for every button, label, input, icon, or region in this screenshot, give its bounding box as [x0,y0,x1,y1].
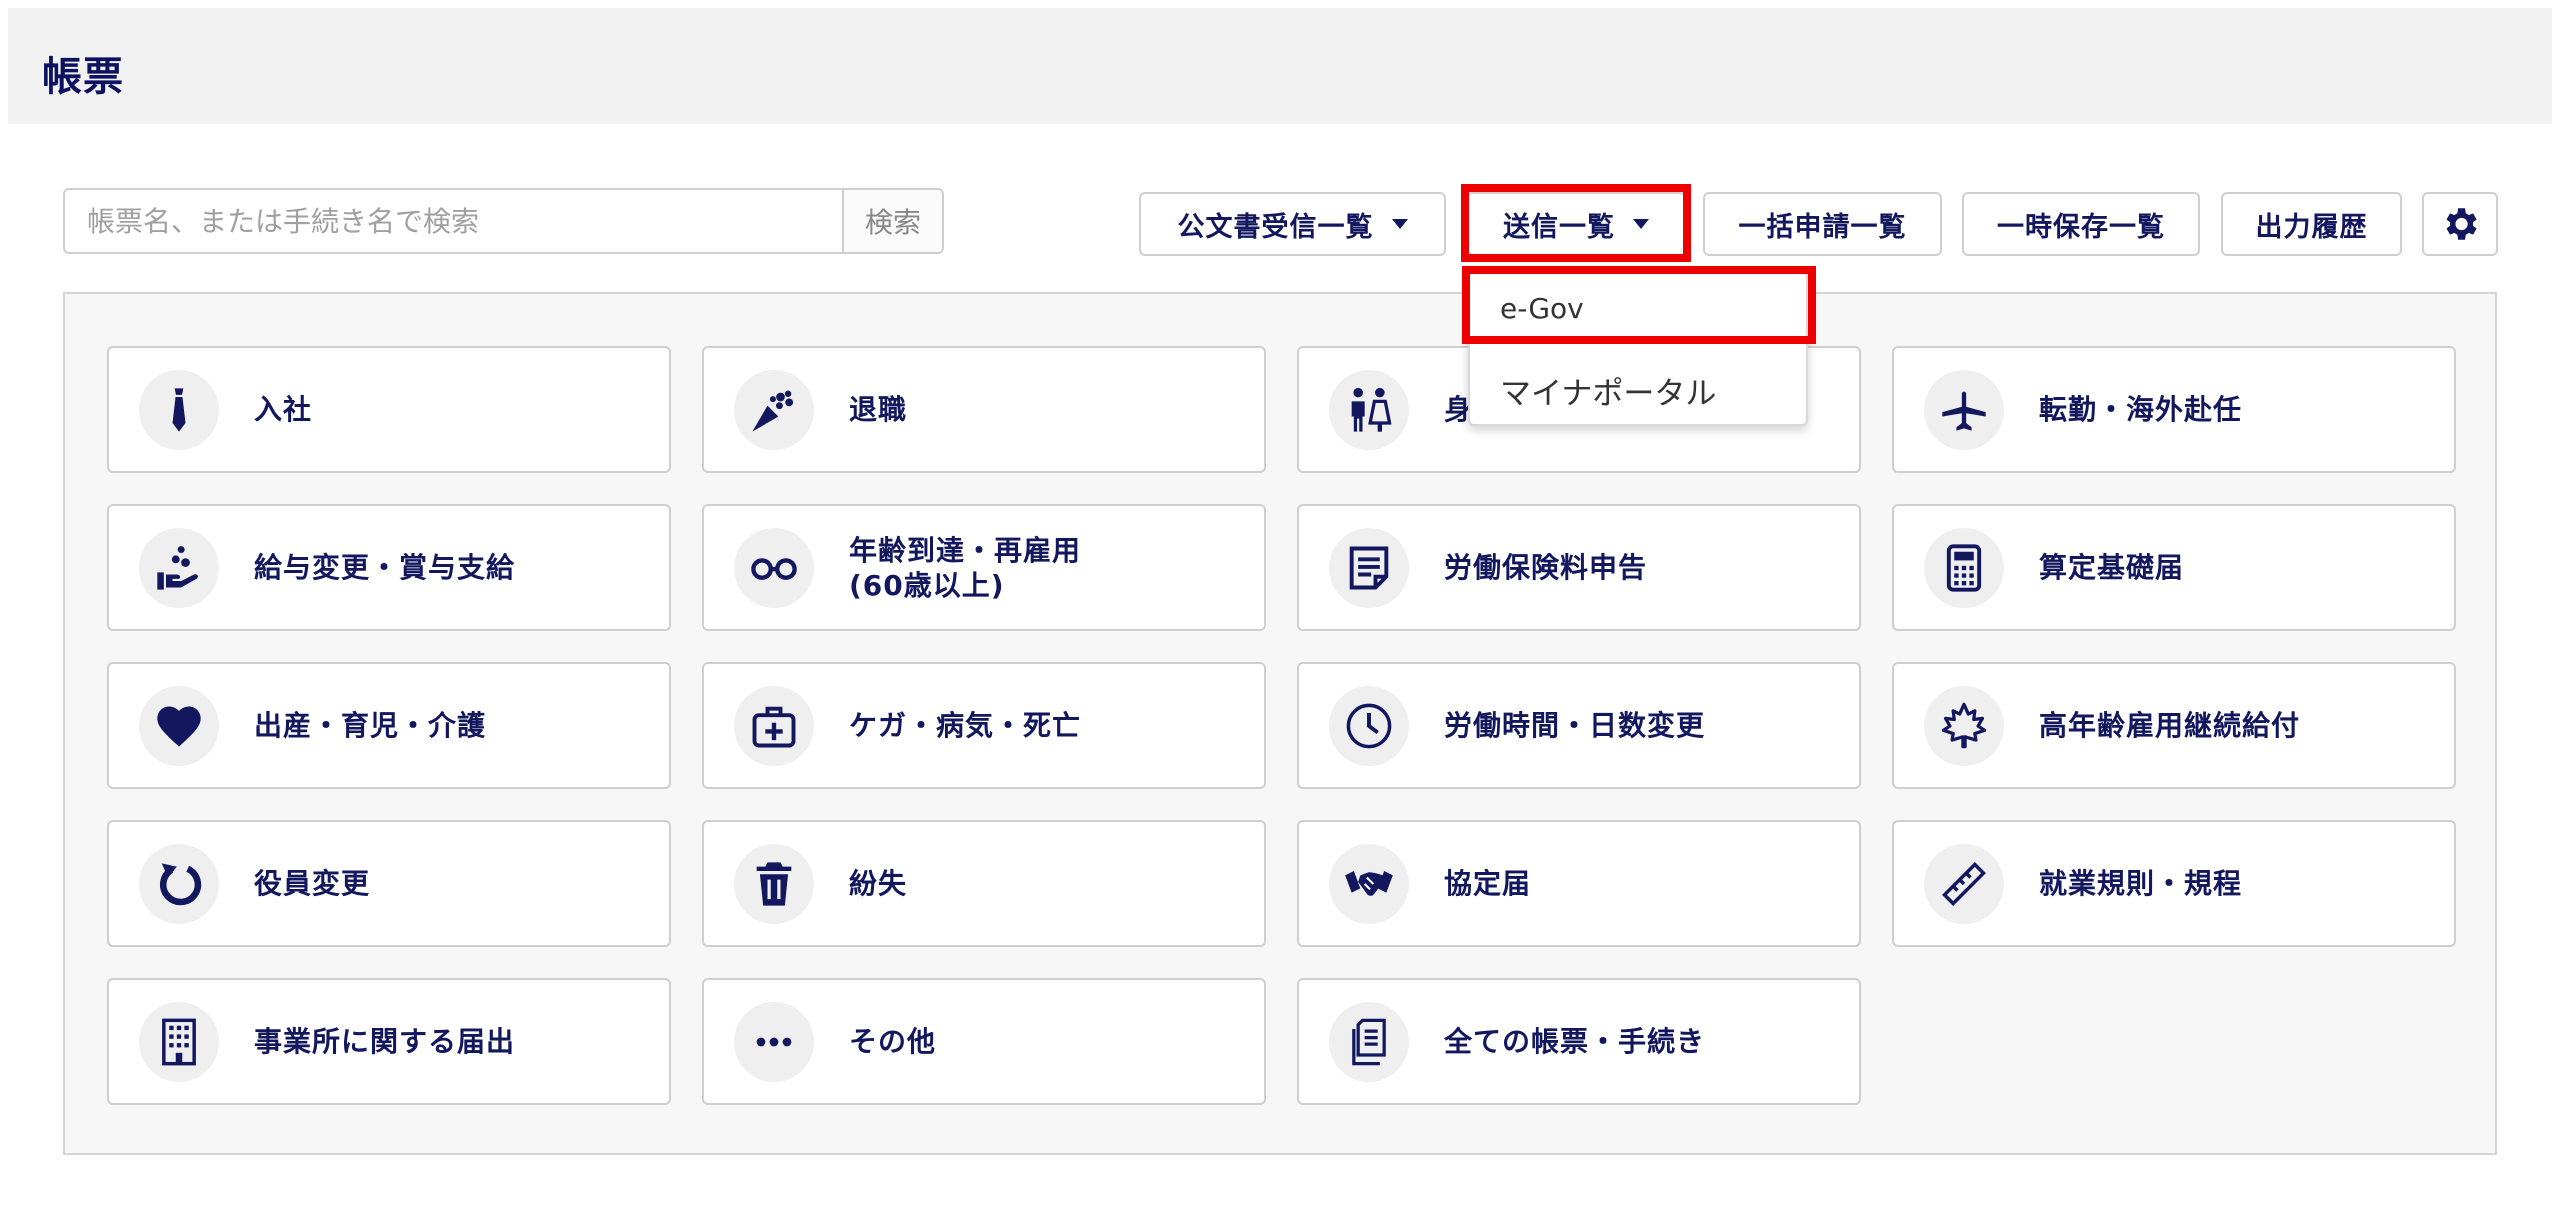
card-konenrei-koyo[interactable]: 高年齢雇用継続給付 [1892,662,2456,789]
gear-icon [2446,208,2477,240]
card-kyotei[interactable]: 協定届 [1297,820,1861,947]
page-title: 帳票 [42,54,124,100]
card-nenrei-totatsu[interactable]: 年齢到達・再雇用 (60歳以上) [702,504,1266,631]
card-kega-byoki[interactable]: ケガ・病気・死亡 [702,662,1266,789]
soshin-dropdown-menu: e-Gov マイナポータル [1468,270,1808,426]
card-rodo-hokenryo[interactable]: 労働保険料申告 [1297,504,1861,631]
card-kyuyo-henko[interactable]: 給与変更・賞与支給 [107,504,671,631]
card-rodo-jikan[interactable]: 労働時間・日数変更 [1297,662,1861,789]
clock-icon [1329,686,1409,766]
card-label: 労働時間・日数変更 [1444,709,1706,742]
card-shussan-ikuji[interactable]: 出産・育児・介護 [107,662,671,789]
trash-icon [734,844,814,924]
card-subete[interactable]: 全ての帳票・手続き [1297,978,1861,1105]
card-label: 年齢到達・再雇用 (60歳以上) [849,533,1082,602]
card-label: 労働保険料申告 [1444,551,1648,584]
shutsuryoku-rireki-button[interactable]: 出力履歴 [2221,192,2402,256]
maple-leaf-icon [1924,686,2004,766]
ichiji-hozon-button[interactable]: 一時保存一覧 [1962,192,2200,256]
card-label: 入社 [254,393,313,426]
card-santei-kiso[interactable]: 算定基礎届 [1892,504,2456,631]
page-header: 帳票 [8,8,2552,124]
airplane-icon [1924,370,2004,450]
card-label: 算定基礎届 [2039,551,2185,584]
card-tenkin[interactable]: 転勤・海外赴任 [1892,346,2456,473]
card-label: その他 [849,1025,937,1058]
ellipsis-icon [734,1002,814,1082]
building-icon [139,1002,219,1082]
bouquet-icon [734,370,814,450]
search-button[interactable]: 検索 [842,190,942,252]
card-label: 紛失 [849,867,908,900]
hand-coins-icon [139,528,219,608]
card-shugyo-kisoku[interactable]: 就業規則・規程 [1892,820,2456,947]
chevron-down-icon [1391,219,1408,229]
document-icon [1329,528,1409,608]
soshin-ichiran-label: 送信一覧 [1503,211,1615,243]
documents-icon [1329,1002,1409,1082]
soshin-ichiran-button[interactable]: 送信一覧 [1466,192,1686,256]
card-label: 役員変更 [254,867,371,900]
ikkatsu-shinsei-button[interactable]: 一括申請一覧 [1703,192,1942,256]
card-label: 協定届 [1444,867,1532,900]
card-label: 給与変更・賞与支給 [254,551,516,584]
chevron-down-icon [1633,219,1649,229]
card-label: 事業所に関する届出 [254,1025,516,1058]
card-label: 就業規則・規程 [2039,867,2243,900]
settings-button[interactable] [2422,192,2498,256]
glasses-icon [734,528,814,608]
dropdown-item-mynaportal[interactable]: マイナポータル [1500,368,1716,413]
card-nyusha[interactable]: 入社 [107,346,671,473]
couple-icon [1329,370,1409,450]
card-label: ケガ・病気・死亡 [849,709,1082,742]
calculator-icon [1924,528,2004,608]
necktie-icon [139,370,219,450]
card-label: 高年齢雇用継続給付 [2039,709,2301,742]
handshake-icon [1329,844,1409,924]
card-funshitsu[interactable]: 紛失 [702,820,1266,947]
card-sonota[interactable]: その他 [702,978,1266,1105]
search-box: 検索 [63,188,944,254]
form-category-panel: 入社 退職 身 転勤・海外赴任 給与変更・賞与支給 年齢到達・再雇用 (60歳以… [63,292,2497,1155]
card-taishoku[interactable]: 退職 [702,346,1266,473]
refresh-icon [139,844,219,924]
card-label: 全ての帳票・手続き [1444,1025,1706,1058]
card-label: 出産・育児・介護 [254,709,487,742]
card-label: 転勤・海外赴任 [2039,393,2243,426]
kobunsho-jushin-label: 公文書受信一覧 [1177,211,1374,243]
kobunsho-jushin-button[interactable]: 公文書受信一覧 [1139,192,1446,256]
dropdown-item-egov[interactable]: e-Gov [1500,292,1584,325]
heart-icon [139,686,219,766]
first-aid-kit-icon [734,686,814,766]
card-yakuin-henko[interactable]: 役員変更 [107,820,671,947]
search-input[interactable] [65,190,842,252]
ruler-icon [1924,844,2004,924]
card-label: 退職 [849,393,908,426]
card-jigyosho[interactable]: 事業所に関する届出 [107,978,671,1105]
